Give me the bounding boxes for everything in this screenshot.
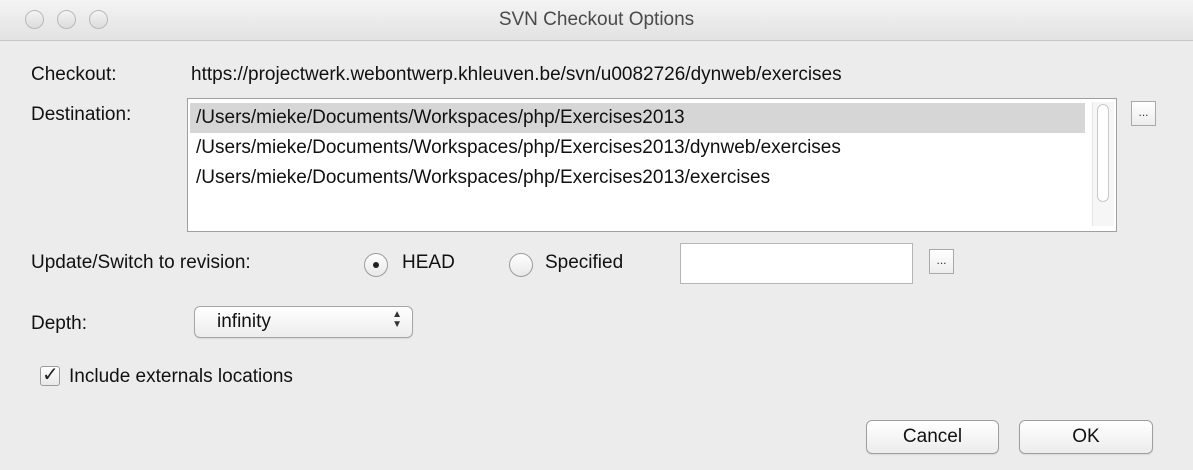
head-radio[interactable] [364,253,388,277]
destination-list-item[interactable]: /Users/mieke/Documents/Workspaces/php/Ex… [190,103,1085,133]
specified-radio[interactable] [509,253,533,277]
include-externals-label[interactable]: Include externals locations [69,366,293,388]
window-title: SVN Checkout Options [498,9,695,30]
svn-checkout-options-dialog: SVN Checkout Options Checkout: https://p… [0,0,1193,470]
depth-label: Depth: [31,313,87,334]
radio-selected-dot [373,262,379,268]
destination-scroll-thumb[interactable] [1097,104,1109,202]
ok-button[interactable]: OK [1019,420,1153,454]
revision-browse-button[interactable]: ... [929,249,954,274]
cancel-button[interactable]: Cancel [866,420,999,454]
destination-list-item[interactable]: /Users/mieke/Documents/Workspaces/php/Ex… [190,163,1085,193]
depth-select-value: infinity [217,311,271,332]
checkout-url: https://projectwerk.webontwerp.khleuven.… [191,64,842,85]
title-bar: SVN Checkout Options [0,0,1193,41]
revision-number-input[interactable] [680,243,913,284]
depth-select[interactable]: infinity ▲ ▼ [194,306,413,338]
destination-scrollbar[interactable] [1092,102,1114,226]
destination-list[interactable]: /Users/mieke/Documents/Workspaces/php/Ex… [187,98,1117,232]
head-radio-label[interactable]: HEAD [402,252,455,274]
checkout-label: Checkout: [31,64,117,85]
checkmark-icon: ✓ [42,364,59,386]
destination-browse-button[interactable]: ... [1131,101,1156,126]
updown-arrows-icon: ▲ ▼ [392,309,402,330]
destination-label: Destination: [31,104,132,125]
destination-list-item[interactable]: /Users/mieke/Documents/Workspaces/php/Ex… [190,133,1085,163]
revision-label: Update/Switch to revision: [31,252,251,273]
specified-radio-label[interactable]: Specified [545,252,623,274]
include-externals-checkbox[interactable]: ✓ [40,364,60,386]
